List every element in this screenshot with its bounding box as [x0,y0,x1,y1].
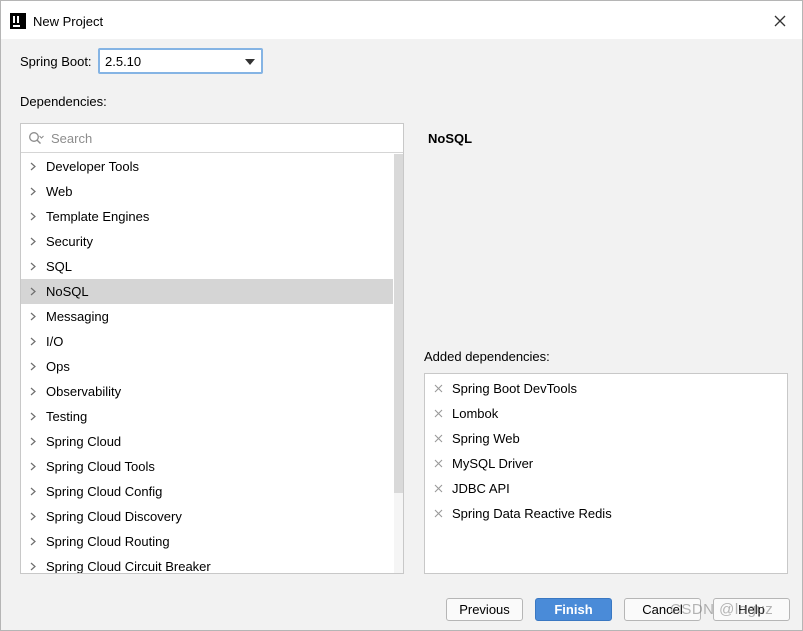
tree-item[interactable]: Testing [21,404,393,429]
tree-item[interactable]: Spring Cloud Config [21,479,393,504]
added-dependency-label: Spring Data Reactive Redis [452,506,612,521]
added-dependency-label: JDBC API [452,481,510,496]
chevron-right-icon[interactable] [29,487,37,496]
dependencies-panel: Search Developer Tools Web Template Engine… [20,123,404,574]
intellij-icon [10,13,26,29]
added-dependency-label: MySQL Driver [452,456,534,471]
tree-item-label: Spring Cloud Config [46,484,163,499]
tree-item-label: Observability [46,384,122,399]
tree-item[interactable]: Spring Cloud Tools [21,454,393,479]
added-dependencies-label: Added dependencies: [424,349,550,364]
tree-scrollbar[interactable] [394,154,403,573]
remove-icon[interactable] [434,509,443,518]
finish-button[interactable]: Finish [535,598,612,621]
dialog-content: Spring Boot: 2.5.10 Dependencies: Search… [1,39,802,630]
tree-item-label: Spring Cloud Tools [46,459,155,474]
new-project-dialog: New Project Spring Boot: 2.5.10 Dependen… [0,0,803,631]
chevron-right-icon[interactable] [29,212,37,221]
tree-item[interactable]: Spring Cloud Circuit Breaker [21,554,393,574]
remove-icon[interactable] [434,434,443,443]
search-icon [29,132,44,144]
tree-item-label: Spring Cloud Routing [46,534,170,549]
chevron-right-icon[interactable] [29,412,37,421]
chevron-right-icon[interactable] [29,387,37,396]
spring-boot-version-select[interactable]: 2.5.10 [98,48,263,74]
chevron-right-icon[interactable] [29,237,37,246]
added-dependency-label: Lombok [452,406,499,421]
tree-item-label: I/O [46,334,64,349]
window-title: New Project [33,14,104,29]
tree-item-label: Testing [46,409,88,424]
chevron-down-icon [245,59,255,65]
tree-item-label: Security [46,234,93,249]
tree-item-label: Spring Cloud Circuit Breaker [46,559,211,574]
tree-item-label: SQL [46,259,73,274]
tree-item-label: Web [46,184,73,199]
chevron-right-icon[interactable] [29,337,37,346]
chevron-right-icon[interactable] [29,437,37,446]
list-item: JDBC API [425,476,787,501]
list-item: Lombok [425,401,787,426]
dependencies-label: Dependencies: [20,94,107,109]
chevron-right-icon[interactable] [29,287,37,296]
title-bar: New Project [1,1,802,39]
scrollbar-thumb[interactable] [394,154,403,493]
chevron-right-icon[interactable] [29,262,37,271]
tree-item-label: Messaging [46,309,109,324]
tree-item[interactable]: I/O [21,329,393,354]
remove-icon[interactable] [434,484,443,493]
chevron-right-icon[interactable] [29,537,37,546]
previous-button[interactable]: Previous [446,598,523,621]
tree-item[interactable]: Spring Cloud Discovery [21,504,393,529]
close-icon[interactable] [771,12,789,30]
chevron-right-icon[interactable] [29,512,37,521]
tree-item-label: Developer Tools [46,159,139,174]
chevron-right-icon[interactable] [29,562,37,571]
spring-boot-version-value: 2.5.10 [105,54,142,69]
list-item: Spring Web [425,426,787,451]
tree-item[interactable]: Web [21,179,393,204]
tree-item[interactable]: Ops [21,354,393,379]
chevron-right-icon[interactable] [29,162,37,171]
chevron-right-icon[interactable] [29,312,37,321]
tree-item[interactable]: NoSQL [21,279,393,304]
tree-item-label: Spring Cloud [46,434,122,449]
chevron-right-icon[interactable] [29,187,37,196]
added-dependency-label: Spring Boot DevTools [452,381,578,396]
tree-item-label: NoSQL [46,284,89,299]
category-detail-title: NoSQL [428,131,473,146]
chevron-right-icon[interactable] [29,462,37,471]
remove-icon[interactable] [434,459,443,468]
tree-item[interactable]: Template Engines [21,204,393,229]
tree-item[interactable]: Security [21,229,393,254]
tree-item-label: Ops [46,359,70,374]
remove-icon[interactable] [434,384,443,393]
tree-item[interactable]: Spring Cloud [21,429,393,454]
tree-item[interactable]: SQL [21,254,393,279]
search-placeholder: Search [51,131,93,146]
chevron-right-icon[interactable] [29,362,37,371]
tree-item-label: Template Engines [46,209,150,224]
spring-boot-label: Spring Boot: [20,54,92,69]
tree-item[interactable]: Developer Tools [21,154,393,179]
remove-icon[interactable] [434,409,443,418]
added-dependency-label: Spring Web [452,431,520,446]
tree-item[interactable]: Observability [21,379,393,404]
list-item: Spring Boot DevTools [425,376,787,401]
tree-item[interactable]: Messaging [21,304,393,329]
search-field[interactable]: Search [21,124,403,153]
added-dependencies-list: Spring Boot DevTools Lombok Spring Web MySQ… [424,373,788,574]
watermark: CSDN @laguz [670,601,774,618]
tree-item[interactable]: Spring Cloud Routing [21,529,393,554]
tree-item-label: Spring Cloud Discovery [46,509,182,524]
dependency-category-tree: Developer Tools Web Template Engines Securi… [21,154,403,574]
list-item: MySQL Driver [425,451,787,476]
list-item: Spring Data Reactive Redis [425,501,787,526]
